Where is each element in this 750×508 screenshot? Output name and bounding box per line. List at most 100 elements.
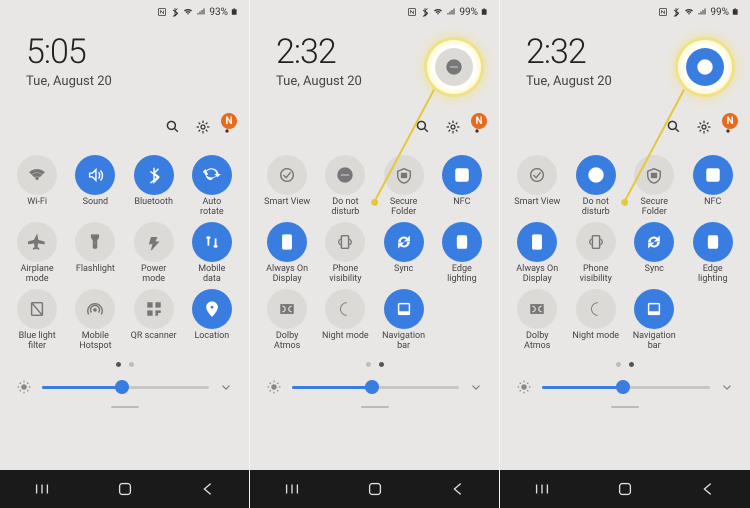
tile-smartview[interactable]: Smart View	[508, 155, 567, 218]
tile-aod[interactable]: Always On Display	[508, 222, 567, 285]
home-button[interactable]	[366, 480, 384, 498]
tile-dolby[interactable]: Dolby Atmos	[508, 289, 567, 352]
recents-button[interactable]	[33, 480, 51, 498]
sync-toggle[interactable]	[384, 222, 424, 262]
tile-sync[interactable]: Sync	[375, 222, 433, 285]
mobiledata-toggle[interactable]	[192, 222, 232, 262]
tile-nightmode[interactable]: Night mode	[316, 289, 374, 352]
tile-dnd[interactable]: Do not disturb	[316, 155, 374, 218]
home-button[interactable]	[116, 480, 134, 498]
tile-dolby[interactable]: Dolby Atmos	[258, 289, 316, 352]
tile-mobiledata[interactable]: Mobile data	[183, 222, 241, 285]
airplane-toggle[interactable]	[17, 222, 57, 262]
brightness-slider[interactable]	[500, 373, 750, 403]
phonevis-toggle[interactable]	[576, 222, 616, 262]
tile-nightmode[interactable]: Night mode	[567, 289, 626, 352]
back-button[interactable]	[699, 480, 717, 498]
dnd-toggle[interactable]	[325, 155, 365, 195]
tile-sync[interactable]: Sync	[625, 222, 684, 285]
nfc-toggle[interactable]	[693, 155, 733, 195]
nfc-toggle[interactable]	[442, 155, 482, 195]
navbar-toggle[interactable]	[384, 289, 424, 329]
sync-toggle[interactable]	[634, 222, 674, 262]
wifi-toggle[interactable]	[17, 155, 57, 195]
brightness-track[interactable]	[42, 386, 209, 389]
gear-icon[interactable]	[696, 119, 712, 135]
page-dot[interactable]	[616, 362, 621, 367]
tile-bluelight[interactable]: Blue light filter	[8, 289, 66, 352]
tile-navbar[interactable]: Navigation bar	[375, 289, 433, 352]
sound-toggle[interactable]	[75, 155, 115, 195]
bluetooth-toggle[interactable]	[134, 155, 174, 195]
recents-button[interactable]	[283, 480, 301, 498]
securefolder-toggle[interactable]	[634, 155, 674, 195]
tile-location[interactable]: Location	[183, 289, 241, 352]
tile-nfc[interactable]: NFC	[684, 155, 743, 218]
tile-airplane[interactable]: Airplane mode	[8, 222, 66, 285]
tile-dnd[interactable]: Do not disturb	[567, 155, 626, 218]
panel-handle[interactable]	[0, 403, 249, 413]
autorotate-toggle[interactable]	[192, 155, 232, 195]
page-dot[interactable]	[629, 362, 634, 367]
tile-smartview[interactable]: Smart View	[258, 155, 316, 218]
flashlight-toggle[interactable]	[75, 222, 115, 262]
overflow-menu[interactable]: N	[475, 117, 479, 137]
tile-aod[interactable]: Always On Display	[258, 222, 316, 285]
gear-icon[interactable]	[195, 119, 211, 135]
brightness-slider[interactable]	[0, 373, 249, 403]
brightness-thumb[interactable]	[616, 380, 630, 394]
page-dot[interactable]	[116, 362, 121, 367]
tile-autorotate[interactable]: Auto rotate	[183, 155, 241, 218]
tile-phonevis[interactable]: Phone visibility	[316, 222, 374, 285]
page-dot[interactable]	[366, 362, 371, 367]
location-toggle[interactable]	[192, 289, 232, 329]
brightness-thumb[interactable]	[115, 380, 129, 394]
panel-handle[interactable]	[500, 403, 750, 413]
overflow-menu[interactable]: N	[225, 117, 229, 137]
hotspot-toggle[interactable]	[75, 289, 115, 329]
home-button[interactable]	[616, 480, 634, 498]
edge-toggle[interactable]	[693, 222, 733, 262]
dolby-toggle[interactable]	[267, 289, 307, 329]
search-icon[interactable]	[666, 119, 682, 135]
edge-toggle[interactable]	[442, 222, 482, 262]
tile-hotspot[interactable]: Mobile Hotspot	[66, 289, 124, 352]
tile-edge[interactable]: Edge lighting	[684, 222, 743, 285]
brightness-track[interactable]	[542, 386, 710, 389]
gear-icon[interactable]	[445, 119, 461, 135]
search-icon[interactable]	[165, 119, 181, 135]
tile-phonevis[interactable]: Phone visibility	[567, 222, 626, 285]
qrscan-toggle[interactable]	[134, 289, 174, 329]
aod-toggle[interactable]	[517, 222, 557, 262]
chevron-down-icon[interactable]	[219, 380, 233, 394]
tile-bluetooth[interactable]: Bluetooth	[125, 155, 183, 218]
smartview-toggle[interactable]	[267, 155, 307, 195]
tile-nfc[interactable]: NFC	[433, 155, 491, 218]
page-dot[interactable]	[379, 362, 384, 367]
aod-toggle[interactable]	[267, 222, 307, 262]
recents-button[interactable]	[533, 480, 551, 498]
dnd-toggle[interactable]	[576, 155, 616, 195]
back-button[interactable]	[449, 480, 467, 498]
smartview-toggle[interactable]	[517, 155, 557, 195]
tile-edge[interactable]: Edge lighting	[433, 222, 491, 285]
page-dot[interactable]	[129, 362, 134, 367]
phonevis-toggle[interactable]	[325, 222, 365, 262]
navbar-toggle[interactable]	[634, 289, 674, 329]
bluelight-toggle[interactable]	[17, 289, 57, 329]
chevron-down-icon[interactable]	[720, 380, 734, 394]
tile-securefolder[interactable]: Secure Folder	[625, 155, 684, 218]
nightmode-toggle[interactable]	[325, 289, 365, 329]
tile-power[interactable]: Power mode	[125, 222, 183, 285]
power-toggle[interactable]	[134, 222, 174, 262]
overflow-menu[interactable]: N	[726, 117, 730, 137]
panel-handle[interactable]	[250, 403, 499, 413]
back-button[interactable]	[199, 480, 217, 498]
nightmode-toggle[interactable]	[576, 289, 616, 329]
dolby-toggle[interactable]	[517, 289, 557, 329]
tile-sound[interactable]: Sound	[66, 155, 124, 218]
tile-wifi[interactable]: Wi-Fi	[8, 155, 66, 218]
tile-qrscan[interactable]: QR scanner	[125, 289, 183, 352]
tile-flashlight[interactable]: Flashlight	[66, 222, 124, 285]
chevron-down-icon[interactable]	[469, 380, 483, 394]
